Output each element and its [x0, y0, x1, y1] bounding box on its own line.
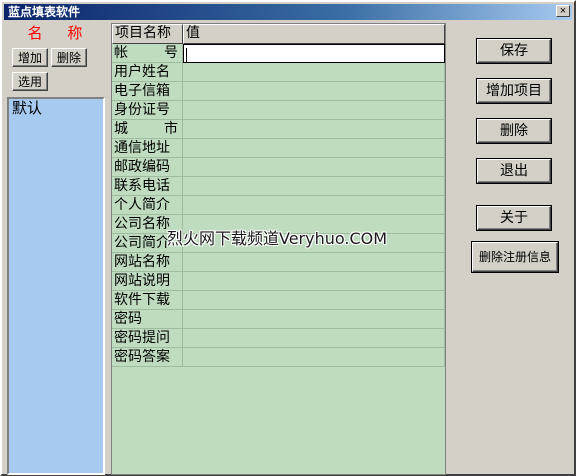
app-window: 蓝点填表软件 × 名 称 增加 删除 选用 默认 项目名称 值 帐号 用户姓名 [0, 0, 576, 476]
table-row[interactable]: 帐号 [112, 44, 445, 63]
field-label-account: 帐号 [114, 44, 182, 62]
table-row[interactable]: 网站说明 [112, 272, 445, 291]
field-value-cell[interactable] [183, 329, 445, 348]
table-row[interactable]: 电子信箱 [112, 82, 445, 101]
select-template-button[interactable]: 选用 [12, 72, 48, 91]
about-button[interactable]: 关于 [477, 206, 551, 230]
field-label: 密码答案 [112, 348, 183, 367]
table-row[interactable]: 密码答案 [112, 348, 445, 367]
field-label: 联系电话 [112, 177, 183, 196]
grid-rows: 帐号 用户姓名 电子信箱 身份证号 城市 通信地址 邮政编码 联系电话 个人简介… [112, 44, 445, 367]
column-header-item-name[interactable]: 项目名称 [112, 24, 183, 44]
template-panel: 名 称 增加 删除 选用 默认 [5, 23, 105, 475]
delete-button[interactable]: 删除 [477, 119, 551, 143]
field-value-cell[interactable] [183, 158, 445, 177]
field-value-cell[interactable] [183, 139, 445, 158]
field-value-cell[interactable] [183, 177, 445, 196]
table-row[interactable]: 身份证号 [112, 101, 445, 120]
table-row[interactable]: 网站名称 [112, 253, 445, 272]
field-label: 软件下载 [112, 291, 183, 310]
name-label: 名 称 [27, 24, 93, 42]
table-row[interactable]: 密码 [112, 310, 445, 329]
field-label-part: 城 [114, 121, 128, 137]
field-value-cell[interactable] [183, 348, 445, 367]
field-label: 个人简介 [112, 196, 183, 215]
field-label: 电子信箱 [112, 82, 183, 101]
table-row[interactable]: 密码提问 [112, 329, 445, 348]
field-label: 城市 [112, 120, 183, 139]
add-item-button[interactable]: 增加项目 [477, 79, 551, 103]
window-title: 蓝点填表软件 [8, 5, 81, 19]
field-value-input[interactable] [183, 44, 445, 63]
field-label-part: 市 [164, 121, 178, 137]
watermark-text: 烈火网下载频道Veryhuo.COM [167, 229, 388, 248]
grid-header: 项目名称 值 [112, 24, 445, 44]
field-label: 密码提问 [112, 329, 183, 348]
title-bar[interactable]: 蓝点填表软件 × [4, 4, 572, 20]
list-item[interactable]: 默认 [9, 99, 103, 117]
field-value-cell[interactable] [183, 196, 445, 215]
field-value-cell[interactable] [183, 253, 445, 272]
field-value-cell[interactable] [183, 272, 445, 291]
field-label-city: 城市 [114, 120, 182, 138]
field-label: 帐号 [112, 44, 183, 63]
delete-template-button[interactable]: 删除 [51, 48, 87, 67]
delete-registration-button[interactable]: 删除注册信息 [472, 242, 558, 272]
close-button[interactable]: × [556, 5, 570, 17]
field-value-cell[interactable] [183, 101, 445, 120]
field-label: 用户姓名 [112, 63, 183, 82]
field-value-cell[interactable] [183, 82, 445, 101]
field-label: 邮政编码 [112, 158, 183, 177]
save-button[interactable]: 保存 [477, 39, 551, 63]
field-value-cell[interactable] [183, 310, 445, 329]
table-row[interactable]: 软件下载 [112, 291, 445, 310]
field-value-cell[interactable] [183, 291, 445, 310]
field-label: 网站名称 [112, 253, 183, 272]
field-label: 身份证号 [112, 101, 183, 120]
table-row[interactable]: 邮政编码 [112, 158, 445, 177]
field-label-part: 帐 [114, 45, 128, 61]
close-icon: × [559, 5, 567, 17]
exit-button[interactable]: 退出 [477, 159, 551, 183]
add-template-button[interactable]: 增加 [12, 48, 48, 67]
field-value-cell[interactable] [183, 63, 445, 82]
table-row[interactable]: 用户姓名 [112, 63, 445, 82]
table-row[interactable]: 城市 [112, 120, 445, 139]
template-list[interactable]: 默认 [7, 97, 105, 475]
text-caret [186, 47, 187, 62]
table-row[interactable]: 通信地址 [112, 139, 445, 158]
field-label-part: 号 [164, 45, 178, 61]
table-row[interactable]: 联系电话 [112, 177, 445, 196]
field-value-cell[interactable] [183, 120, 445, 139]
field-label: 网站说明 [112, 272, 183, 291]
field-label: 密码 [112, 310, 183, 329]
table-row[interactable]: 个人简介 [112, 196, 445, 215]
column-header-value[interactable]: 值 [183, 24, 445, 44]
field-label: 通信地址 [112, 139, 183, 158]
